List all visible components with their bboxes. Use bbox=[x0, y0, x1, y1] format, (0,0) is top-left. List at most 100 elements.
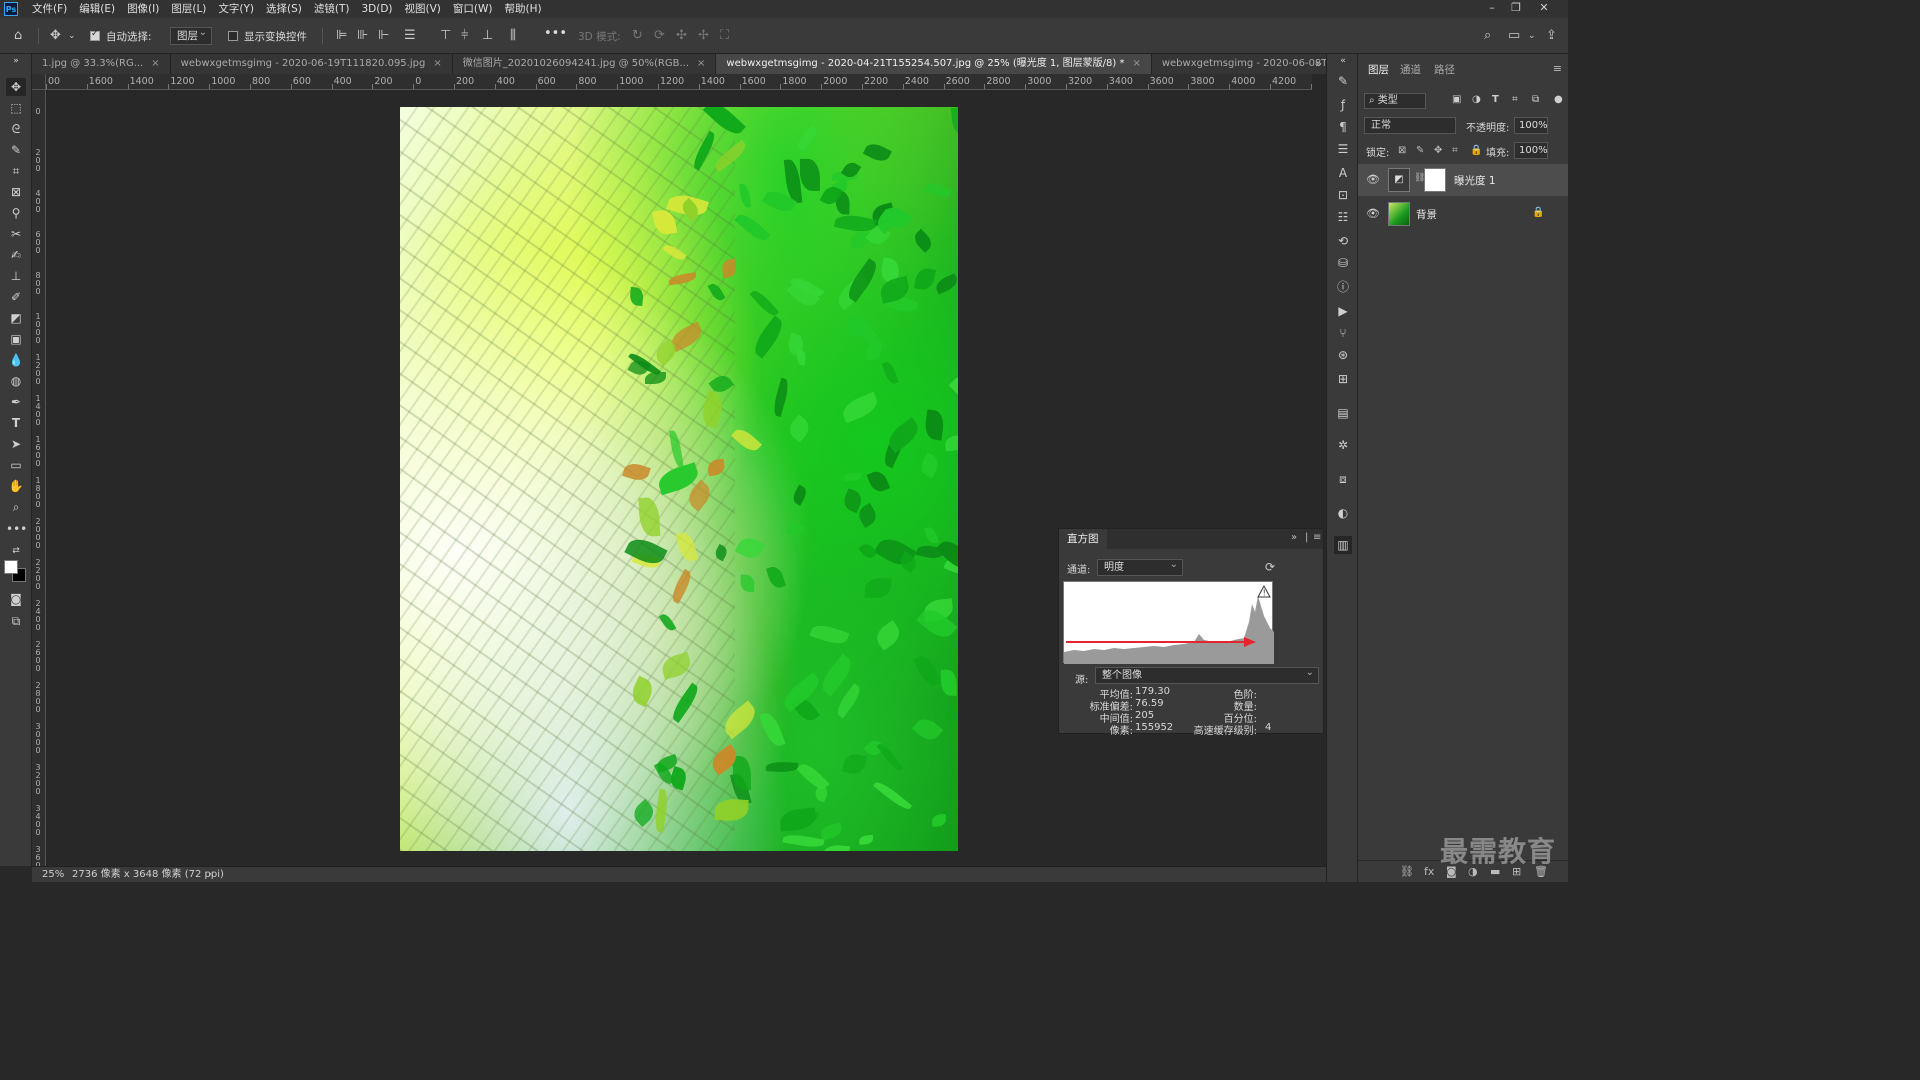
tab-layers[interactable]: 图层 bbox=[1368, 62, 1389, 77]
blend-mode-dropdown[interactable]: 正常 bbox=[1364, 117, 1456, 134]
menu-layer[interactable]: 图层(L) bbox=[165, 0, 212, 18]
zoom-tool-icon[interactable]: ⌕ bbox=[6, 498, 26, 516]
foreground-color-swatch[interactable] bbox=[4, 560, 18, 574]
tab-channels[interactable]: 通道 bbox=[1400, 62, 1421, 77]
restore-icon[interactable]: ❐ bbox=[1504, 0, 1528, 18]
align-center-h-icon[interactable]: ⊪ bbox=[357, 28, 368, 44]
menu-3d[interactable]: 3D(D) bbox=[355, 0, 398, 18]
home-icon[interactable]: ⌂ bbox=[14, 28, 22, 44]
pen-tool-icon[interactable]: ✒ bbox=[6, 393, 26, 411]
quick-select-tool-icon[interactable]: ✎ bbox=[6, 141, 26, 159]
tab-document-2[interactable]: webwxgetmsgimg - 2020-06-19T111820.095.j… bbox=[170, 54, 453, 74]
filter-type-icon[interactable]: T bbox=[1492, 94, 1499, 105]
close-icon[interactable]: × bbox=[151, 58, 159, 69]
more-options-icon[interactable]: ••• bbox=[544, 26, 567, 41]
type-tool-icon[interactable]: T bbox=[6, 414, 26, 432]
color-swatches[interactable] bbox=[4, 560, 28, 584]
visibility-eye-icon[interactable]: 👁 bbox=[1366, 173, 1380, 186]
libraries-icon[interactable]: ⛁ bbox=[1334, 254, 1352, 272]
layer-row-exposure[interactable]: 👁 ◩ ⛓ 曝光度 1 bbox=[1358, 164, 1568, 196]
panel-menu-icon[interactable]: ≡ bbox=[1313, 532, 1321, 543]
histogram-title[interactable]: 直方图 bbox=[1059, 529, 1107, 549]
crop-tool-icon[interactable]: ⌗ bbox=[6, 162, 26, 180]
close-icon[interactable]: × bbox=[433, 58, 441, 69]
styles-icon[interactable]: ƒ bbox=[1334, 96, 1352, 114]
document-image[interactable] bbox=[400, 107, 958, 851]
share-icon[interactable]: ⇪ bbox=[1546, 28, 1557, 44]
source-dropdown[interactable]: 整个图像 bbox=[1095, 665, 1319, 684]
navigator-icon[interactable]: ✲ bbox=[1334, 436, 1352, 454]
show-transform-checkbox[interactable] bbox=[228, 31, 238, 41]
actions-play-icon[interactable]: ▶ bbox=[1334, 302, 1352, 320]
healing-brush-tool-icon[interactable]: ✂ bbox=[6, 225, 26, 243]
lock-artboard-icon[interactable]: ⌗ bbox=[1452, 145, 1458, 156]
menu-edit[interactable]: 编辑(E) bbox=[73, 0, 121, 18]
hand-tool-icon[interactable]: ✋ bbox=[6, 477, 26, 495]
align-top-icon[interactable]: ⊤ bbox=[440, 28, 451, 44]
properties-icon[interactable]: ☷ bbox=[1334, 208, 1352, 226]
menu-filter[interactable]: 滤镜(T) bbox=[308, 0, 356, 18]
tab-document-3[interactable]: 微信图片_20201026094241.jpg @ 50%(RGB... × bbox=[452, 54, 717, 74]
layer-name[interactable]: 背景 bbox=[1416, 207, 1437, 222]
rectangle-tool-icon[interactable]: ▭ bbox=[6, 456, 26, 474]
collapse-icon[interactable]: « bbox=[1334, 52, 1352, 70]
adjustments-icon[interactable]: ☰ bbox=[1334, 140, 1352, 158]
color-icon[interactable]: ◐ bbox=[1334, 504, 1352, 522]
tab-document-1[interactable]: 1.jpg @ 33.3%(RG... × bbox=[32, 54, 171, 74]
expand-icon[interactable]: » bbox=[1291, 532, 1297, 543]
menu-file[interactable]: 文件(F) bbox=[26, 0, 73, 18]
align-bottom-icon[interactable]: ⊥ bbox=[482, 28, 493, 44]
align-left-icon[interactable]: ⊫ bbox=[336, 28, 347, 44]
lock-image-icon[interactable]: ✎ bbox=[1416, 145, 1424, 156]
close-icon[interactable]: × bbox=[697, 58, 705, 69]
histogram-icon[interactable]: ▥ bbox=[1334, 536, 1352, 554]
path-select-tool-icon[interactable]: ➤ bbox=[6, 435, 26, 453]
layer-mask-thumbnail[interactable] bbox=[1424, 168, 1446, 192]
blur-tool-icon[interactable]: 💧 bbox=[6, 351, 26, 369]
layer-style-fx-icon[interactable]: fx bbox=[1424, 865, 1434, 878]
close-icon[interactable]: ✕ bbox=[1532, 0, 1556, 18]
chevron-right-icon[interactable]: › bbox=[208, 867, 212, 882]
tabs-overflow-icon[interactable]: » bbox=[1315, 54, 1322, 74]
brush-tool-icon[interactable]: ✍ bbox=[6, 246, 26, 264]
menu-select[interactable]: 选择(S) bbox=[260, 0, 308, 18]
lock-all-icon[interactable]: 🔒 bbox=[1470, 145, 1482, 156]
lasso-tool-icon[interactable]: ᘓ bbox=[6, 120, 26, 138]
history-brush-tool-icon[interactable]: ✐ bbox=[6, 288, 26, 306]
distribute-vertical-icon[interactable]: ⫼ bbox=[510, 28, 516, 44]
chevron-down-icon[interactable]: ⌄ bbox=[1528, 28, 1536, 44]
minimize-icon[interactable]: – bbox=[1480, 0, 1504, 18]
tab-document-4[interactable]: webwxgetmsgimg - 2020-04-21T155254.507.j… bbox=[716, 54, 1152, 74]
lock-transparent-icon[interactable]: ⊠ bbox=[1398, 145, 1406, 156]
vertical-ruler[interactable]: 0 200 400 600 800 1000 1200 1400 1600 1800 2000 220… bbox=[32, 90, 46, 866]
character-icon[interactable]: A bbox=[1334, 164, 1352, 182]
paths-icon[interactable]: ⑂ bbox=[1334, 324, 1352, 342]
filter-pixel-icon[interactable]: ▣ bbox=[1452, 94, 1461, 105]
quick-mask-icon[interactable]: ◙ bbox=[6, 590, 26, 608]
screen-mode-icon[interactable]: ⧉ bbox=[6, 612, 26, 630]
opacity-input[interactable]: 100% bbox=[1514, 117, 1548, 134]
fill-input[interactable]: 100% bbox=[1514, 142, 1548, 159]
lock-position-icon[interactable]: ✥ bbox=[1434, 145, 1442, 156]
search-icon[interactable]: ⌕ bbox=[1484, 28, 1491, 44]
move-tool-icon[interactable]: ✥ bbox=[6, 78, 26, 96]
history-icon[interactable]: ⟲ bbox=[1334, 232, 1352, 250]
clone-stamp-tool-icon[interactable]: ⊥ bbox=[6, 267, 26, 285]
channel-dropdown[interactable]: 明度 bbox=[1097, 557, 1183, 576]
channels-icon[interactable]: ⊛ bbox=[1334, 346, 1352, 364]
marquee-tool-icon[interactable]: ⬚ bbox=[6, 99, 26, 117]
eyedropper-tool-icon[interactable]: ⚲ bbox=[6, 204, 26, 222]
filter-toggle-icon[interactable]: ● bbox=[1554, 94, 1563, 105]
layer-row-background[interactable]: 👁 背景 🔒 bbox=[1358, 198, 1568, 230]
menu-window[interactable]: 窗口(W) bbox=[447, 0, 499, 18]
chevron-down-icon[interactable]: ⌄ bbox=[68, 28, 76, 44]
auto-select-target-dropdown[interactable]: 图层 bbox=[170, 25, 212, 45]
paragraph-icon[interactable]: ¶ bbox=[1334, 118, 1352, 136]
align-right-icon[interactable]: ⊩ bbox=[378, 28, 389, 44]
distribute-icon[interactable]: ☰ bbox=[404, 28, 416, 44]
layer-comps-icon[interactable]: ⧈ bbox=[1334, 470, 1352, 488]
menu-help[interactable]: 帮助(H) bbox=[499, 0, 548, 18]
canvas-area[interactable] bbox=[46, 90, 1312, 866]
frame-tool-icon[interactable]: ⊠ bbox=[6, 183, 26, 201]
panel-menu-icon[interactable]: ≡ bbox=[1553, 62, 1562, 75]
